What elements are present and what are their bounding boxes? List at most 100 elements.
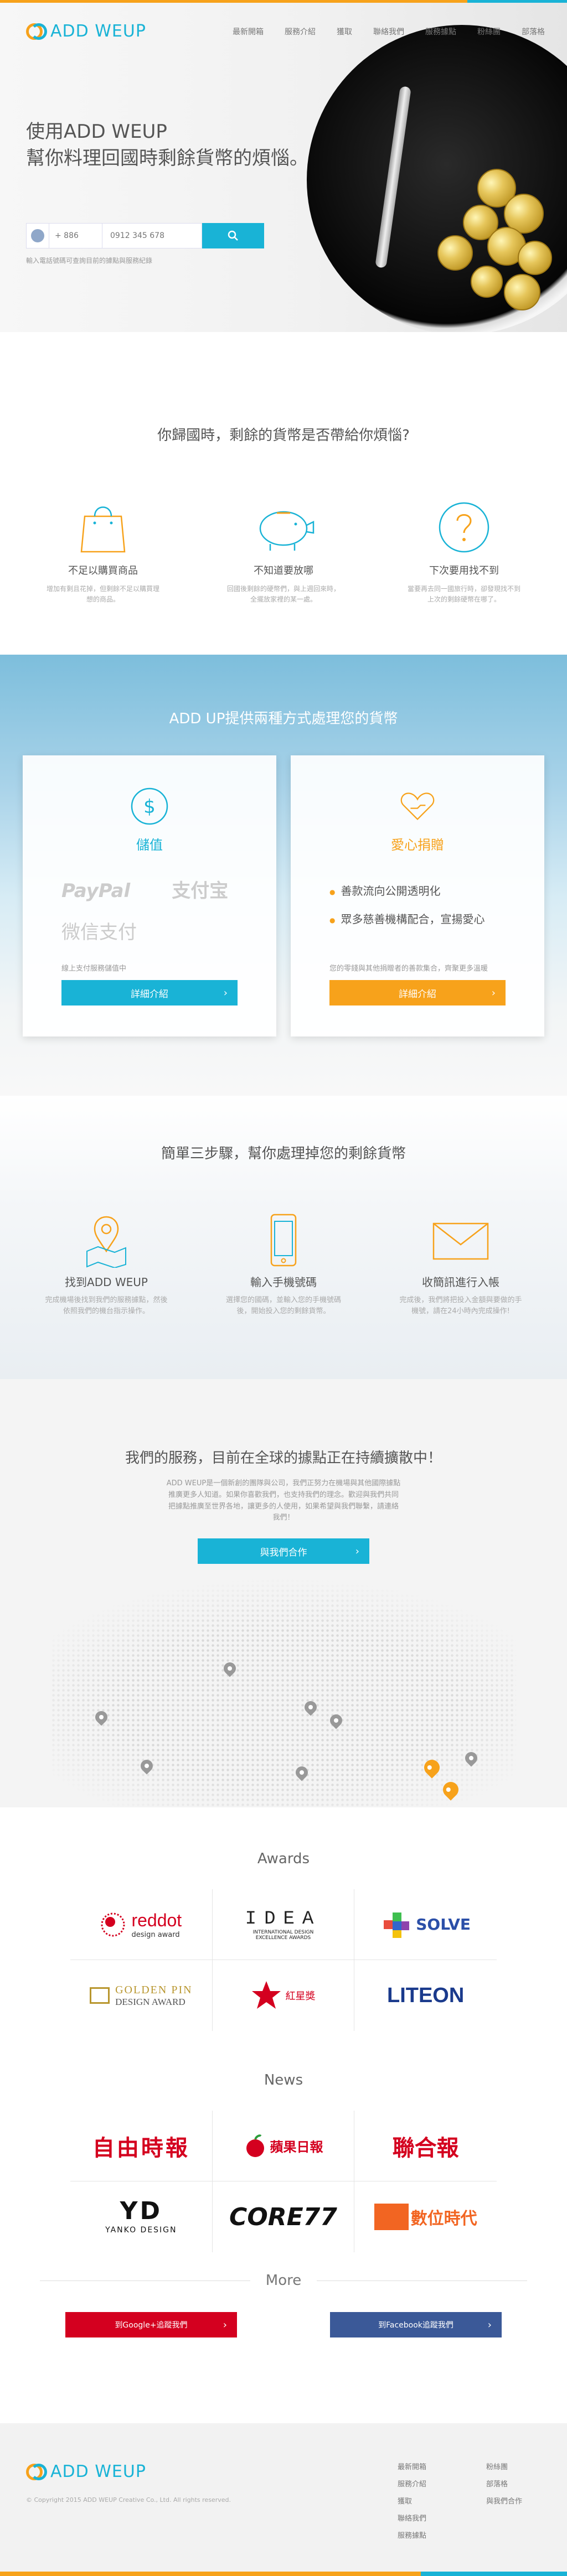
award-logo-goldenpin: GOLDEN PIN DESIGN AWARD (70, 1960, 213, 2031)
save-card: $ 儲值 PayPal 支付宝 微信支付 線上支付服務儲值中 詳細介紹 › (23, 755, 276, 1036)
news-name: 聯合報 (392, 2134, 459, 2161)
logo-mark-icon (26, 2463, 47, 2481)
nav-item-fanpage[interactable]: 粉絲團 (477, 26, 501, 37)
mail-icon (432, 1222, 489, 1260)
awards-news-section: Awards reddot design award IDEA INTERNATIO… (0, 1807, 567, 2423)
site-footer: ADD WEUP © Copyright 2015 ADD WEUP Creat… (0, 2423, 567, 2572)
bottom-accent-bar (0, 2572, 567, 2576)
save-detail-button-label: 詳細介紹 (131, 988, 168, 1000)
search-button[interactable] (202, 223, 264, 248)
award-logo-liteon: LITEON (354, 1960, 497, 2031)
chevron-right-icon: › (355, 1545, 359, 1557)
footer-link[interactable]: 部落格 (486, 2478, 564, 2489)
phone-search-form (26, 223, 264, 248)
hero-title-line1: 使用ADD WEUP (26, 121, 167, 143)
footer-link[interactable]: 最新開箱 (398, 2461, 486, 2471)
step-item-title: 收簡訊進行入帳 (422, 1276, 499, 1289)
step-item-desc: 完成後，我們將把投入金額與要做的手機號，請在24小時內完成操作! (399, 1296, 522, 1315)
svg-text:$: $ (143, 796, 156, 818)
google-plus-follow-label: 到Google+追蹤我們 (115, 2321, 188, 2330)
dollar-icon: $ (131, 787, 168, 825)
coin-image (504, 274, 540, 310)
news-name: 數位時代 (410, 2209, 477, 2228)
hero-hint-text: 輸入電話號碼可查詢目前的據點與服務紀錄 (26, 257, 153, 265)
save-card-note: 線上支付服務儲值中 (61, 965, 127, 973)
award-subname: design award (131, 1930, 180, 1939)
map-pin-icon (86, 1216, 126, 1268)
apple-logo-icon (246, 2134, 265, 2157)
save-card-title: 儲值 (136, 837, 163, 853)
nav-item-locations[interactable]: 服務據點 (425, 26, 456, 37)
footer-link[interactable]: 服務介紹 (398, 2478, 486, 2489)
nav-item-latest[interactable]: 最新開箱 (233, 26, 264, 37)
country-code-input[interactable] (49, 223, 102, 248)
main-nav: 最新開箱 服務介紹 獲取 聯絡我們 服務據點 粉絲團 部落格 (212, 26, 545, 37)
chevron-right-icon: › (223, 987, 228, 999)
steps-title: 簡單三步驟，幫你處理掉您的剩餘貨幣 (161, 1146, 406, 1162)
news-logo-appledaily: 蘋果日報 (212, 2111, 355, 2181)
shopping-bag-icon (80, 506, 126, 553)
logo[interactable]: ADD WEUP (26, 22, 146, 41)
service-desc: ADD WEUP是一個新創的團隊與公司，我們正努力在機場與其他國際據點推廣更多人… (166, 1479, 401, 1522)
hero-title: 使用ADD WEUP 幫你料理回國時剩餘貨幣的煩惱。 (26, 119, 308, 172)
donate-bullet: 眾多慈善機構配合，宣揚愛心 (329, 910, 544, 926)
cooperate-button[interactable]: 與我們合作 › (198, 1538, 369, 1564)
wechat-pay-logo: 微信支付 (61, 921, 137, 944)
bnext-mark-icon (374, 2204, 409, 2230)
nav-item-services[interactable]: 服務介紹 (285, 26, 316, 37)
question-icon (439, 502, 489, 553)
award-name: GOLDEN PIN (115, 1983, 193, 1996)
bottom-accent-bar-orange (0, 2572, 421, 2576)
award-subname: DESIGN AWARD (115, 1996, 185, 2007)
award-logo-reddot: reddot design award (70, 1889, 213, 1960)
footer-link[interactable]: 服務據點 (398, 2530, 486, 2540)
hero-section: ADD WEUP 最新開箱 服務介紹 獲取 聯絡我們 服務據點 粉絲團 部落格 … (0, 3, 567, 332)
footer-link[interactable]: 粉絲團 (486, 2461, 564, 2471)
footer-link[interactable]: 聯絡我們 (398, 2512, 486, 2523)
worry-item: 不知道要放哪 回國後剩餘的硬幣們，與上週回來時，全擺放家裡的某一處。 (226, 500, 341, 605)
logo-mark-icon (26, 22, 47, 41)
alipay-logo: 支付宝 (172, 880, 229, 902)
donate-bullet: 善款流向公開透明化 (329, 882, 544, 898)
footer-link[interactable]: 與我們合作 (486, 2495, 564, 2506)
country-flag-select[interactable] (26, 223, 49, 248)
phone-number-input[interactable] (102, 223, 202, 248)
divider-line (39, 2280, 250, 2281)
red-star-logo-icon (252, 1981, 281, 2009)
service-title: 我們的服務，目前在全球的據點正在持續擴散中！ (125, 1450, 442, 1466)
worry-item-title: 下次要用找不到 (429, 565, 499, 577)
step-item-title: 輸入手機號碼 (250, 1276, 317, 1289)
award-logo-idea: IDEA INTERNATIONAL DESIGN EXCELLENCE AWAR… (212, 1889, 355, 1960)
facebook-follow-label: 到Facebook追蹤我們 (378, 2321, 453, 2330)
donate-detail-button[interactable]: 詳細介紹 › (329, 980, 506, 1005)
footer-logo[interactable]: ADD WEUP (26, 2462, 146, 2481)
chevron-right-icon: › (223, 2319, 227, 2331)
more-title: More (265, 2272, 302, 2289)
nav-item-blog[interactable]: 部落格 (522, 26, 545, 37)
news-logo-bnext: 數位時代 (354, 2181, 497, 2252)
step-item-title: 找到ADD WEUP (65, 1276, 148, 1289)
nav-item-contact[interactable]: 聯絡我們 (373, 26, 404, 37)
goldenpin-mark-icon (90, 1987, 110, 2004)
footer-link[interactable]: 獲取 (398, 2495, 486, 2506)
step-item-desc: 選擇您的國碼，並輸入您的手機號碼後，開始投入您的剩餘貨幣。 (225, 1296, 341, 1315)
worry-item-desc: 回國後剩餘的硬幣們，與上週回來時，全擺放家裡的某一處。 (226, 585, 340, 604)
step-item-desc: 完成機場後找到我們的服務據點，然後依照我們的機台指示操作。 (45, 1296, 168, 1315)
worry-item-desc: 當要再去同一國旅行時，卻發現找不到上次的剩餘硬幣在哪了。 (407, 585, 520, 604)
award-subname: INTERNATIONAL DESIGN EXCELLENCE AWARDS (252, 1929, 314, 1941)
steps-section: 簡單三步驟，幫你處理掉您的剩餘貨幣 找到ADD WEUP 完成機場後找到我們的服… (0, 1096, 567, 1379)
search-icon (228, 230, 238, 241)
piggy-bank-icon (259, 511, 315, 551)
coin-image (471, 266, 503, 298)
step-item: 找到ADD WEUP 完成機場後找到我們的服務據點，然後依照我們的機台指示操作。 (43, 1212, 170, 1316)
facebook-follow-button[interactable]: 到Facebook追蹤我們 › (330, 2312, 502, 2337)
worry-item: 下次要用找不到 當要再去同一國旅行時，卻發現找不到上次的剩餘硬幣在哪了。 (407, 500, 521, 605)
news-title: News (264, 2072, 303, 2088)
cube-logo-icon (384, 1912, 410, 1938)
nav-item-redeem[interactable]: 獲取 (337, 26, 352, 37)
save-detail-button[interactable]: 詳細介紹 › (61, 980, 238, 1005)
cooperate-button-label: 與我們合作 (260, 1547, 307, 1558)
google-plus-follow-button[interactable]: 到Google+追蹤我們 › (65, 2312, 237, 2337)
coin-image (437, 235, 473, 271)
ways-title: ADD UP提供兩種方式處理您的貨幣 (169, 711, 398, 727)
